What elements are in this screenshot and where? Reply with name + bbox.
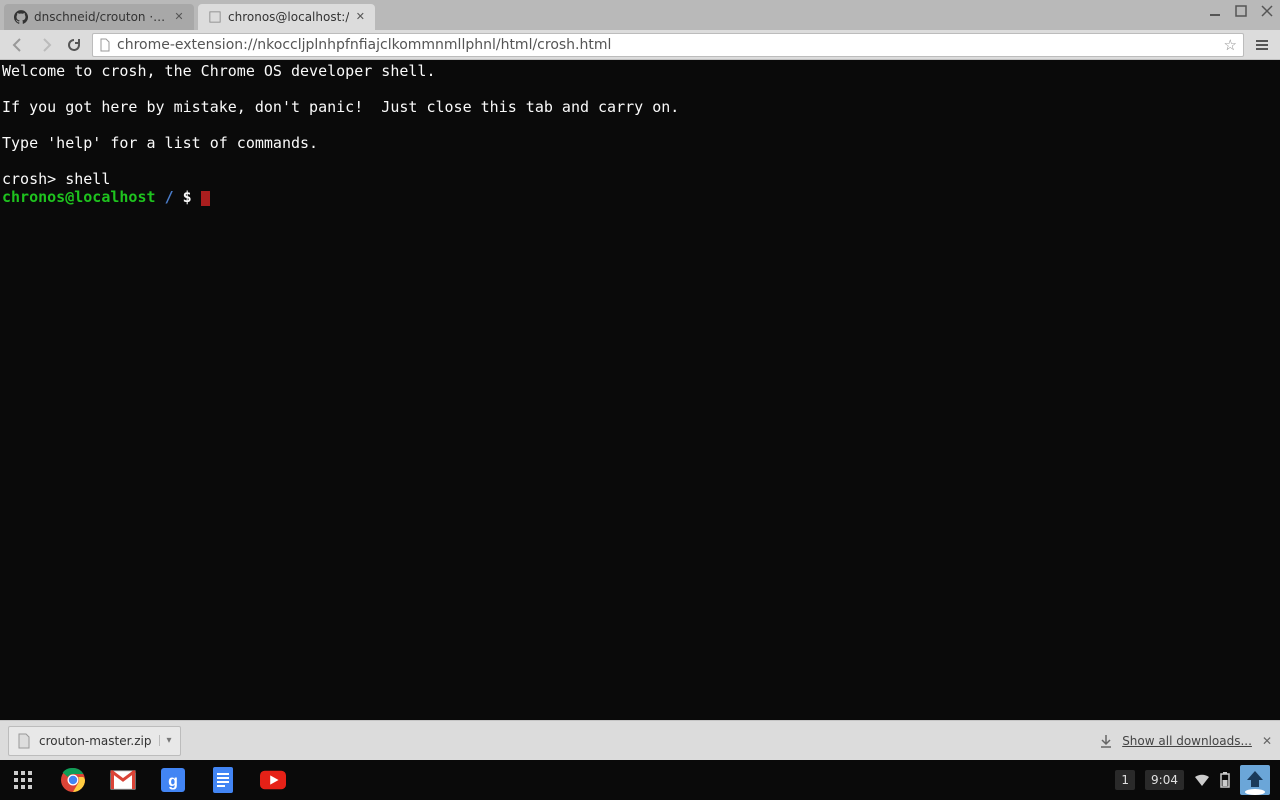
crosh-prompt: crosh> [2, 170, 65, 188]
crosh-command: shell [65, 170, 110, 188]
svg-text:g: g [168, 773, 178, 790]
forward-button[interactable] [36, 35, 56, 55]
shell-cwd: / [165, 188, 174, 206]
user-avatar-icon[interactable] [1240, 765, 1270, 795]
gmail-icon[interactable] [110, 767, 136, 793]
chromeos-shelf: g 1 9:04 [0, 760, 1280, 800]
terminal-line: If you got here by mistake, don't panic!… [2, 98, 679, 116]
url-text: chrome-extension://nkoccljplnhpfnfiajclk… [117, 37, 1218, 53]
show-all-downloads-link[interactable]: Show all downloads... [1122, 734, 1252, 748]
page-icon [99, 38, 111, 52]
clock: 9:04 [1145, 770, 1184, 790]
window-controls [1208, 4, 1274, 18]
tab-strip: dnschneid/crouton · GitH ✕ chronos@local… [0, 0, 1280, 30]
browser-toolbar: chrome-extension://nkoccljplnhpfnfiajclk… [0, 30, 1280, 60]
page-icon [208, 10, 222, 24]
download-item[interactable]: crouton-master.zip ▾ [8, 726, 181, 756]
terminal-line: Type 'help' for a list of commands. [2, 134, 318, 152]
download-bar: crouton-master.zip ▾ Show all downloads.… [0, 720, 1280, 760]
chrome-icon[interactable] [60, 767, 86, 793]
youtube-icon[interactable] [260, 767, 286, 793]
tab-github[interactable]: dnschneid/crouton · GitH ✕ [4, 4, 194, 30]
terminal-output: Welcome to crosh, the Chrome OS develope… [0, 60, 1280, 208]
chevron-down-icon[interactable]: ▾ [159, 735, 171, 746]
close-icon[interactable]: ✕ [174, 12, 184, 22]
github-icon [14, 10, 28, 24]
status-tray[interactable]: 1 9:04 [1115, 765, 1270, 795]
address-bar[interactable]: chrome-extension://nkoccljplnhpfnfiajclk… [92, 33, 1244, 57]
file-icon [17, 733, 31, 749]
battery-icon [1220, 772, 1230, 788]
download-filename: crouton-master.zip [39, 734, 151, 748]
close-window-icon[interactable] [1260, 4, 1274, 18]
tab-title: chronos@localhost:/ [228, 10, 349, 24]
download-arrow-icon [1100, 734, 1112, 748]
google-search-icon[interactable]: g [160, 767, 186, 793]
close-icon[interactable]: ✕ [355, 12, 365, 22]
chrome-menu-button[interactable] [1252, 35, 1272, 55]
terminal-area[interactable]: Welcome to crosh, the Chrome OS develope… [0, 60, 1280, 720]
wifi-icon [1194, 773, 1210, 787]
terminal-line: Welcome to crosh, the Chrome OS develope… [2, 62, 435, 80]
google-docs-icon[interactable] [210, 767, 236, 793]
back-button[interactable] [8, 35, 28, 55]
terminal-cursor [201, 191, 210, 206]
shell-user-host: chronos@localhost [2, 188, 156, 206]
minimize-icon[interactable] [1208, 4, 1222, 18]
reload-button[interactable] [64, 35, 84, 55]
tab-crosh[interactable]: chronos@localhost:/ ✕ [198, 4, 375, 30]
app-launcher-icon[interactable] [10, 767, 36, 793]
bookmark-star-icon[interactable]: ☆ [1224, 36, 1237, 54]
tab-title: dnschneid/crouton · GitH [34, 10, 168, 24]
shell-sigil: $ [183, 188, 192, 206]
notification-count[interactable]: 1 [1115, 770, 1135, 790]
close-download-bar[interactable]: ✕ [1262, 734, 1272, 748]
maximize-icon[interactable] [1234, 4, 1248, 18]
